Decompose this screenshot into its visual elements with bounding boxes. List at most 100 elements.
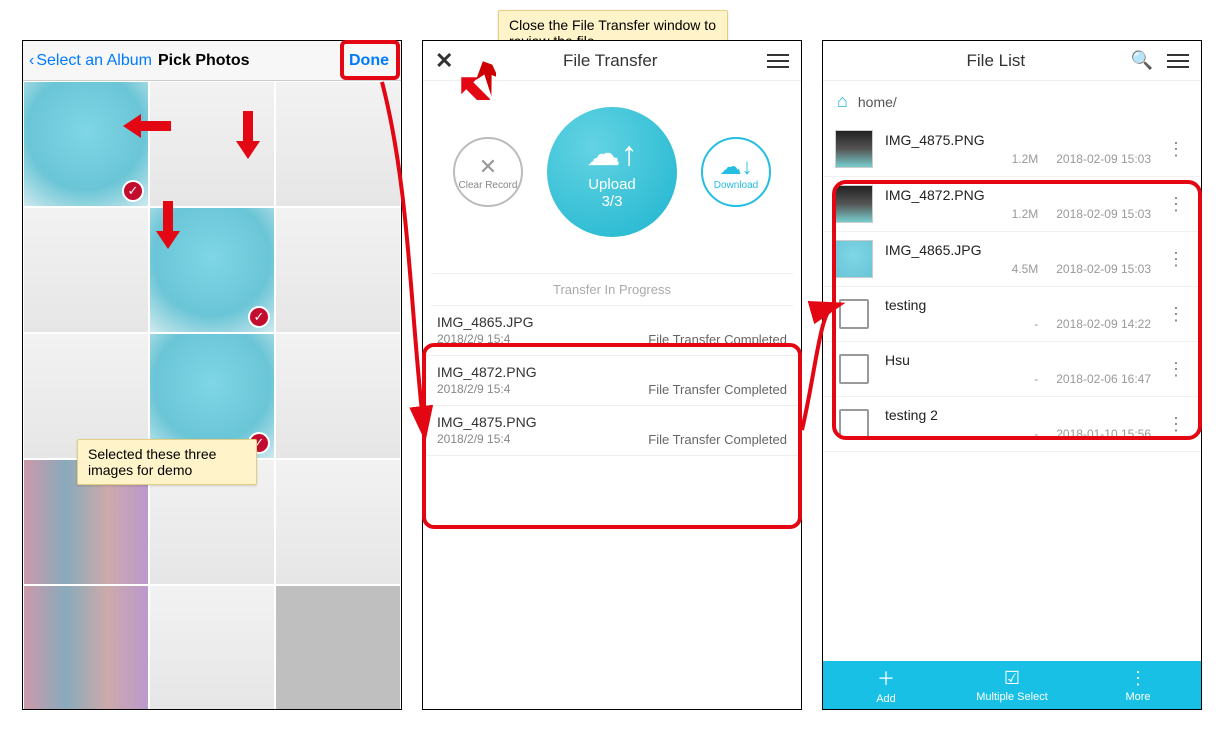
screen-file-list: File List 🔍 ⌂ home/ IMG_4875.PNG 1.2M 201… bbox=[822, 40, 1202, 710]
done-button[interactable]: Done bbox=[343, 50, 395, 72]
select-arrow-icon bbox=[123, 111, 173, 151]
transfer-row[interactable]: IMG_4865.JPG 2018/2/9 15:4 File Transfer … bbox=[423, 306, 801, 356]
screen-pick-photos: ‹ Select an Album Pick Photos Done ✓ ✓ ✓ bbox=[22, 40, 402, 710]
more-icon[interactable]: ⋮ bbox=[1163, 414, 1189, 435]
folder-icon bbox=[835, 295, 873, 333]
file-name: IMG_4872.PNG bbox=[437, 364, 787, 380]
file-name: testing 2 bbox=[885, 407, 1151, 423]
file-date: 2018-01-10 15:56 bbox=[1056, 427, 1151, 441]
file-row[interactable]: testing 2 - 2018-01-10 15:56 ⋮ bbox=[823, 397, 1201, 452]
plus-icon: ＋ bbox=[877, 665, 895, 691]
file-list: IMG_4875.PNG 1.2M 2018-02-09 15:03 ⋮ IMG_… bbox=[823, 122, 1201, 452]
bottom-toolbar: ＋Add ☑Multiple Select ⋮More bbox=[823, 661, 1201, 709]
back-button[interactable]: ‹ Select an Album bbox=[29, 52, 152, 70]
file-status: File Transfer Completed bbox=[648, 382, 787, 397]
back-label: Select an Album bbox=[36, 52, 152, 70]
file-status: File Transfer Completed bbox=[648, 432, 787, 447]
photo-thumb[interactable] bbox=[275, 207, 401, 333]
page-title: File List bbox=[875, 51, 1117, 71]
file-name: IMG_4865.JPG bbox=[885, 242, 1151, 258]
transfer-row[interactable]: IMG_4875.PNG 2018/2/9 15:4 File Transfer … bbox=[423, 406, 801, 456]
file-size: 1.2M bbox=[998, 207, 1038, 221]
check-icon: ✓ bbox=[248, 306, 270, 328]
photo-thumb[interactable] bbox=[23, 585, 149, 710]
check-icon: ✓ bbox=[122, 180, 144, 202]
navbar: ‹ Select an Album Pick Photos Done bbox=[23, 41, 401, 81]
multiple-select-button[interactable]: ☑Multiple Select bbox=[949, 661, 1075, 709]
file-size: 4.5M bbox=[998, 262, 1038, 276]
photo-thumb[interactable] bbox=[275, 333, 401, 459]
photo-thumb[interactable] bbox=[149, 585, 275, 710]
page-title: File Transfer bbox=[453, 51, 767, 71]
more-icon[interactable]: ⋮ bbox=[1163, 139, 1189, 160]
section-header: Transfer In Progress bbox=[431, 273, 793, 306]
close-icon[interactable]: ✕ bbox=[435, 48, 453, 74]
download-label: Download bbox=[714, 180, 758, 191]
x-icon: ✕ bbox=[479, 154, 497, 180]
file-name: IMG_4875.PNG bbox=[437, 414, 787, 430]
file-name: IMG_4872.PNG bbox=[885, 187, 1151, 203]
file-time: 2018/2/9 15:4 bbox=[437, 332, 510, 347]
transfer-list: IMG_4865.JPG 2018/2/9 15:4 File Transfer … bbox=[423, 306, 801, 456]
select-arrow-icon bbox=[233, 111, 273, 161]
file-size: - bbox=[998, 372, 1038, 386]
photo-thumb[interactable] bbox=[275, 81, 401, 207]
transfer-row[interactable]: IMG_4872.PNG 2018/2/9 15:4 File Transfer … bbox=[423, 356, 801, 406]
file-thumb bbox=[835, 130, 873, 168]
more-button[interactable]: ⋮More bbox=[1075, 661, 1201, 709]
more-icon[interactable]: ⋮ bbox=[1163, 359, 1189, 380]
more-icon[interactable]: ⋮ bbox=[1163, 249, 1189, 270]
file-row[interactable]: Hsu - 2018-02-06 16:47 ⋮ bbox=[823, 342, 1201, 397]
download-button[interactable]: ☁↓ Download bbox=[701, 137, 771, 207]
file-date: 2018-02-09 15:03 bbox=[1056, 262, 1151, 276]
annotation-selected-images: Selected these three images for demo bbox=[77, 439, 257, 485]
menu-icon[interactable] bbox=[767, 54, 789, 68]
clear-record-button[interactable]: ✕ Clear Record bbox=[453, 137, 523, 207]
search-icon[interactable]: 🔍 bbox=[1131, 50, 1153, 71]
transfer-controls: ✕ Clear Record ☁↑ Upload 3/3 ☁↓ Download bbox=[423, 81, 801, 263]
checkbox-icon: ☑ bbox=[1004, 668, 1020, 689]
file-date: 2018-02-09 15:03 bbox=[1056, 152, 1151, 166]
file-row[interactable]: testing - 2018-02-09 14:22 ⋮ bbox=[823, 287, 1201, 342]
file-date: 2018-02-06 16:47 bbox=[1056, 372, 1151, 386]
photo-thumb[interactable] bbox=[275, 585, 401, 710]
breadcrumb[interactable]: ⌂ home/ bbox=[823, 81, 1201, 122]
file-size: - bbox=[998, 317, 1038, 331]
cloud-download-icon: ☁↓ bbox=[720, 154, 753, 180]
file-name: Hsu bbox=[885, 352, 1151, 368]
add-button[interactable]: ＋Add bbox=[823, 661, 949, 709]
home-icon: ⌂ bbox=[837, 91, 848, 112]
file-time: 2018/2/9 15:4 bbox=[437, 432, 510, 447]
file-size: - bbox=[998, 427, 1038, 441]
file-name: IMG_4865.JPG bbox=[437, 314, 787, 330]
file-date: 2018-02-09 14:22 bbox=[1056, 317, 1151, 331]
upload-button[interactable]: ☁↑ Upload 3/3 bbox=[547, 107, 677, 237]
file-thumb bbox=[835, 185, 873, 223]
cloud-upload-icon: ☁↑ bbox=[587, 134, 638, 174]
breadcrumb-path: home/ bbox=[858, 94, 897, 110]
file-name: IMG_4875.PNG bbox=[885, 132, 1151, 148]
upload-label: Upload bbox=[588, 176, 636, 193]
page-title: Pick Photos bbox=[158, 52, 250, 70]
clear-label: Clear Record bbox=[459, 180, 518, 191]
select-arrow-icon bbox=[153, 201, 193, 251]
more-icon[interactable]: ⋮ bbox=[1163, 194, 1189, 215]
screen-file-transfer: ✕ File Transfer ✕ Clear Record ☁↑ Upload… bbox=[422, 40, 802, 710]
arrow-to-close-icon bbox=[456, 60, 496, 100]
file-date: 2018-02-09 15:03 bbox=[1056, 207, 1151, 221]
photo-thumb[interactable] bbox=[23, 207, 149, 333]
file-name: testing bbox=[885, 297, 1151, 313]
folder-icon bbox=[835, 405, 873, 443]
file-status: File Transfer Completed bbox=[648, 332, 787, 347]
file-thumb bbox=[835, 240, 873, 278]
file-row[interactable]: IMG_4865.JPG 4.5M 2018-02-09 15:03 ⋮ bbox=[823, 232, 1201, 287]
file-row[interactable]: IMG_4875.PNG 1.2M 2018-02-09 15:03 ⋮ bbox=[823, 122, 1201, 177]
navbar: File List 🔍 bbox=[823, 41, 1201, 81]
file-time: 2018/2/9 15:4 bbox=[437, 382, 510, 397]
more-icon[interactable]: ⋮ bbox=[1163, 304, 1189, 325]
photo-thumb[interactable] bbox=[275, 459, 401, 585]
menu-icon[interactable] bbox=[1167, 54, 1189, 68]
file-row[interactable]: IMG_4872.PNG 1.2M 2018-02-09 15:03 ⋮ bbox=[823, 177, 1201, 232]
upload-count: 3/3 bbox=[602, 193, 623, 210]
file-size: 1.2M bbox=[998, 152, 1038, 166]
